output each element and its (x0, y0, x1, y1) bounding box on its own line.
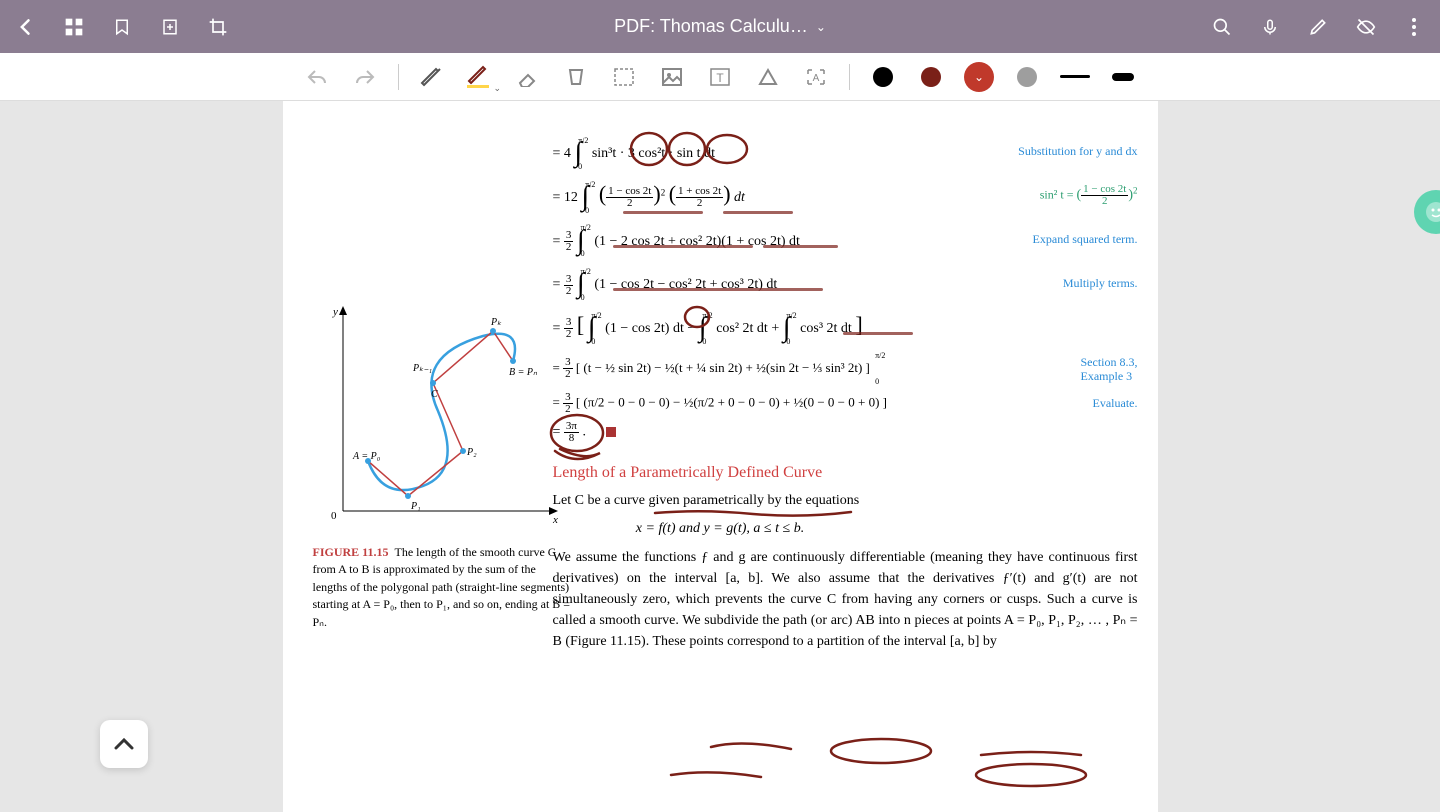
add-page-icon[interactable] (156, 13, 184, 41)
stroke-thick[interactable] (1108, 62, 1138, 92)
svg-text:x: x (552, 514, 558, 526)
eraser-tool[interactable] (513, 62, 543, 92)
apps-icon[interactable] (60, 13, 88, 41)
math-text: [ (π/2 − 0 − 0 − 0) − ½(π/2 + 0 − 0 − 0)… (576, 394, 887, 409)
eye-off-icon[interactable] (1352, 13, 1380, 41)
toolbar-divider (398, 64, 399, 90)
shape-tool[interactable] (753, 62, 783, 92)
math-text: [ (t − ½ sin 2t) − ½(t + ¼ sin 2t) + ½(s… (576, 360, 870, 375)
math-text: = 12 (553, 190, 578, 205)
annotation-text: Substitution for y and dx (978, 144, 1137, 159)
color-darkred[interactable] (916, 62, 946, 92)
undo-icon[interactable] (302, 62, 332, 92)
image-tool[interactable] (657, 62, 687, 92)
svg-text:T: T (716, 71, 724, 85)
figure-11-15: y x 0 A = P₀ P₁ P₂ C Pₖ₋₁ Pₖ (313, 301, 573, 631)
fountain-pen-tool[interactable] (417, 62, 447, 92)
svg-text:A = P₀: A = P₀ (352, 451, 381, 462)
mic-icon[interactable] (1256, 13, 1284, 41)
header-right (1208, 13, 1428, 41)
document-title[interactable]: PDF: Thomas Calculu… (614, 16, 808, 37)
body-paragraph: We assume the functions ƒ and g are cont… (553, 547, 1138, 652)
handwriting-overlay (651, 719, 1111, 799)
stroke-thin[interactable] (1060, 62, 1090, 92)
svg-text:A: A (813, 73, 820, 84)
document-viewport[interactable]: = 4 ∫π/20 sin³t · 3 cos²t · sin t dt Sub… (0, 101, 1440, 812)
svg-text:B = Pₙ: B = Pₙ (509, 367, 538, 378)
color-black[interactable] (868, 62, 898, 92)
crop-icon[interactable] (204, 13, 232, 41)
more-icon[interactable] (1400, 13, 1428, 41)
paint-tool[interactable] (561, 62, 591, 92)
app-header: PDF: Thomas Calculu… ⌄ (0, 0, 1440, 53)
annotation-toolbar: ⌄ T A ⌄ (0, 53, 1440, 101)
parametric-equations: x = f(t) and y = g(t), a ≤ t ≤ b. (553, 521, 888, 537)
annotation-text: Evaluate. (1053, 396, 1138, 411)
annotation-text: sin² t = (1 − cos 2t2)2 (1000, 184, 1138, 207)
svg-text:0: 0 (331, 510, 337, 522)
pen-icon[interactable] (1304, 13, 1332, 41)
header-center: PDF: Thomas Calculu… ⌄ (232, 16, 1208, 37)
color-selected[interactable]: ⌄ (964, 62, 994, 92)
pdf-page: = 4 ∫π/20 sin³t · 3 cos²t · sin t dt Sub… (283, 101, 1158, 812)
svg-text:P₂: P₂ (466, 447, 477, 458)
annotation-text: Multiply terms. (1023, 276, 1138, 291)
svg-text:P₁: P₁ (410, 501, 421, 512)
section-heading: Length of a Parametrically Defined Curve (553, 464, 1138, 482)
text-recognition-tool[interactable]: A (801, 62, 831, 92)
toolbar-divider (849, 64, 850, 90)
svg-text:C: C (431, 389, 438, 400)
annotation-text: Expand squared term. (993, 232, 1138, 247)
color-grey[interactable] (1012, 62, 1042, 92)
svg-text:Pₖ: Pₖ (490, 317, 502, 328)
annotation-text: Section 8.3, Example 3 (1041, 355, 1138, 384)
text-tool[interactable]: T (705, 62, 735, 92)
header-left (12, 13, 232, 41)
math-text: = 4 (553, 146, 571, 161)
integral-symbol: ∫ (574, 137, 582, 168)
svg-text:Pₖ₋₁: Pₖ₋₁ (412, 363, 432, 374)
highlighter-tool[interactable]: ⌄ (465, 62, 495, 92)
expand-toolbar-button[interactable] (100, 720, 148, 768)
search-icon[interactable] (1208, 13, 1236, 41)
figure-caption: FIGURE 11.15 The length of the smooth cu… (313, 544, 573, 631)
back-icon[interactable] (12, 13, 40, 41)
chevron-down-icon[interactable]: ⌄ (816, 20, 826, 34)
svg-text:y: y (332, 306, 338, 318)
redo-icon[interactable] (350, 62, 380, 92)
bookmark-icon[interactable] (108, 13, 136, 41)
lasso-tool[interactable] (609, 62, 639, 92)
